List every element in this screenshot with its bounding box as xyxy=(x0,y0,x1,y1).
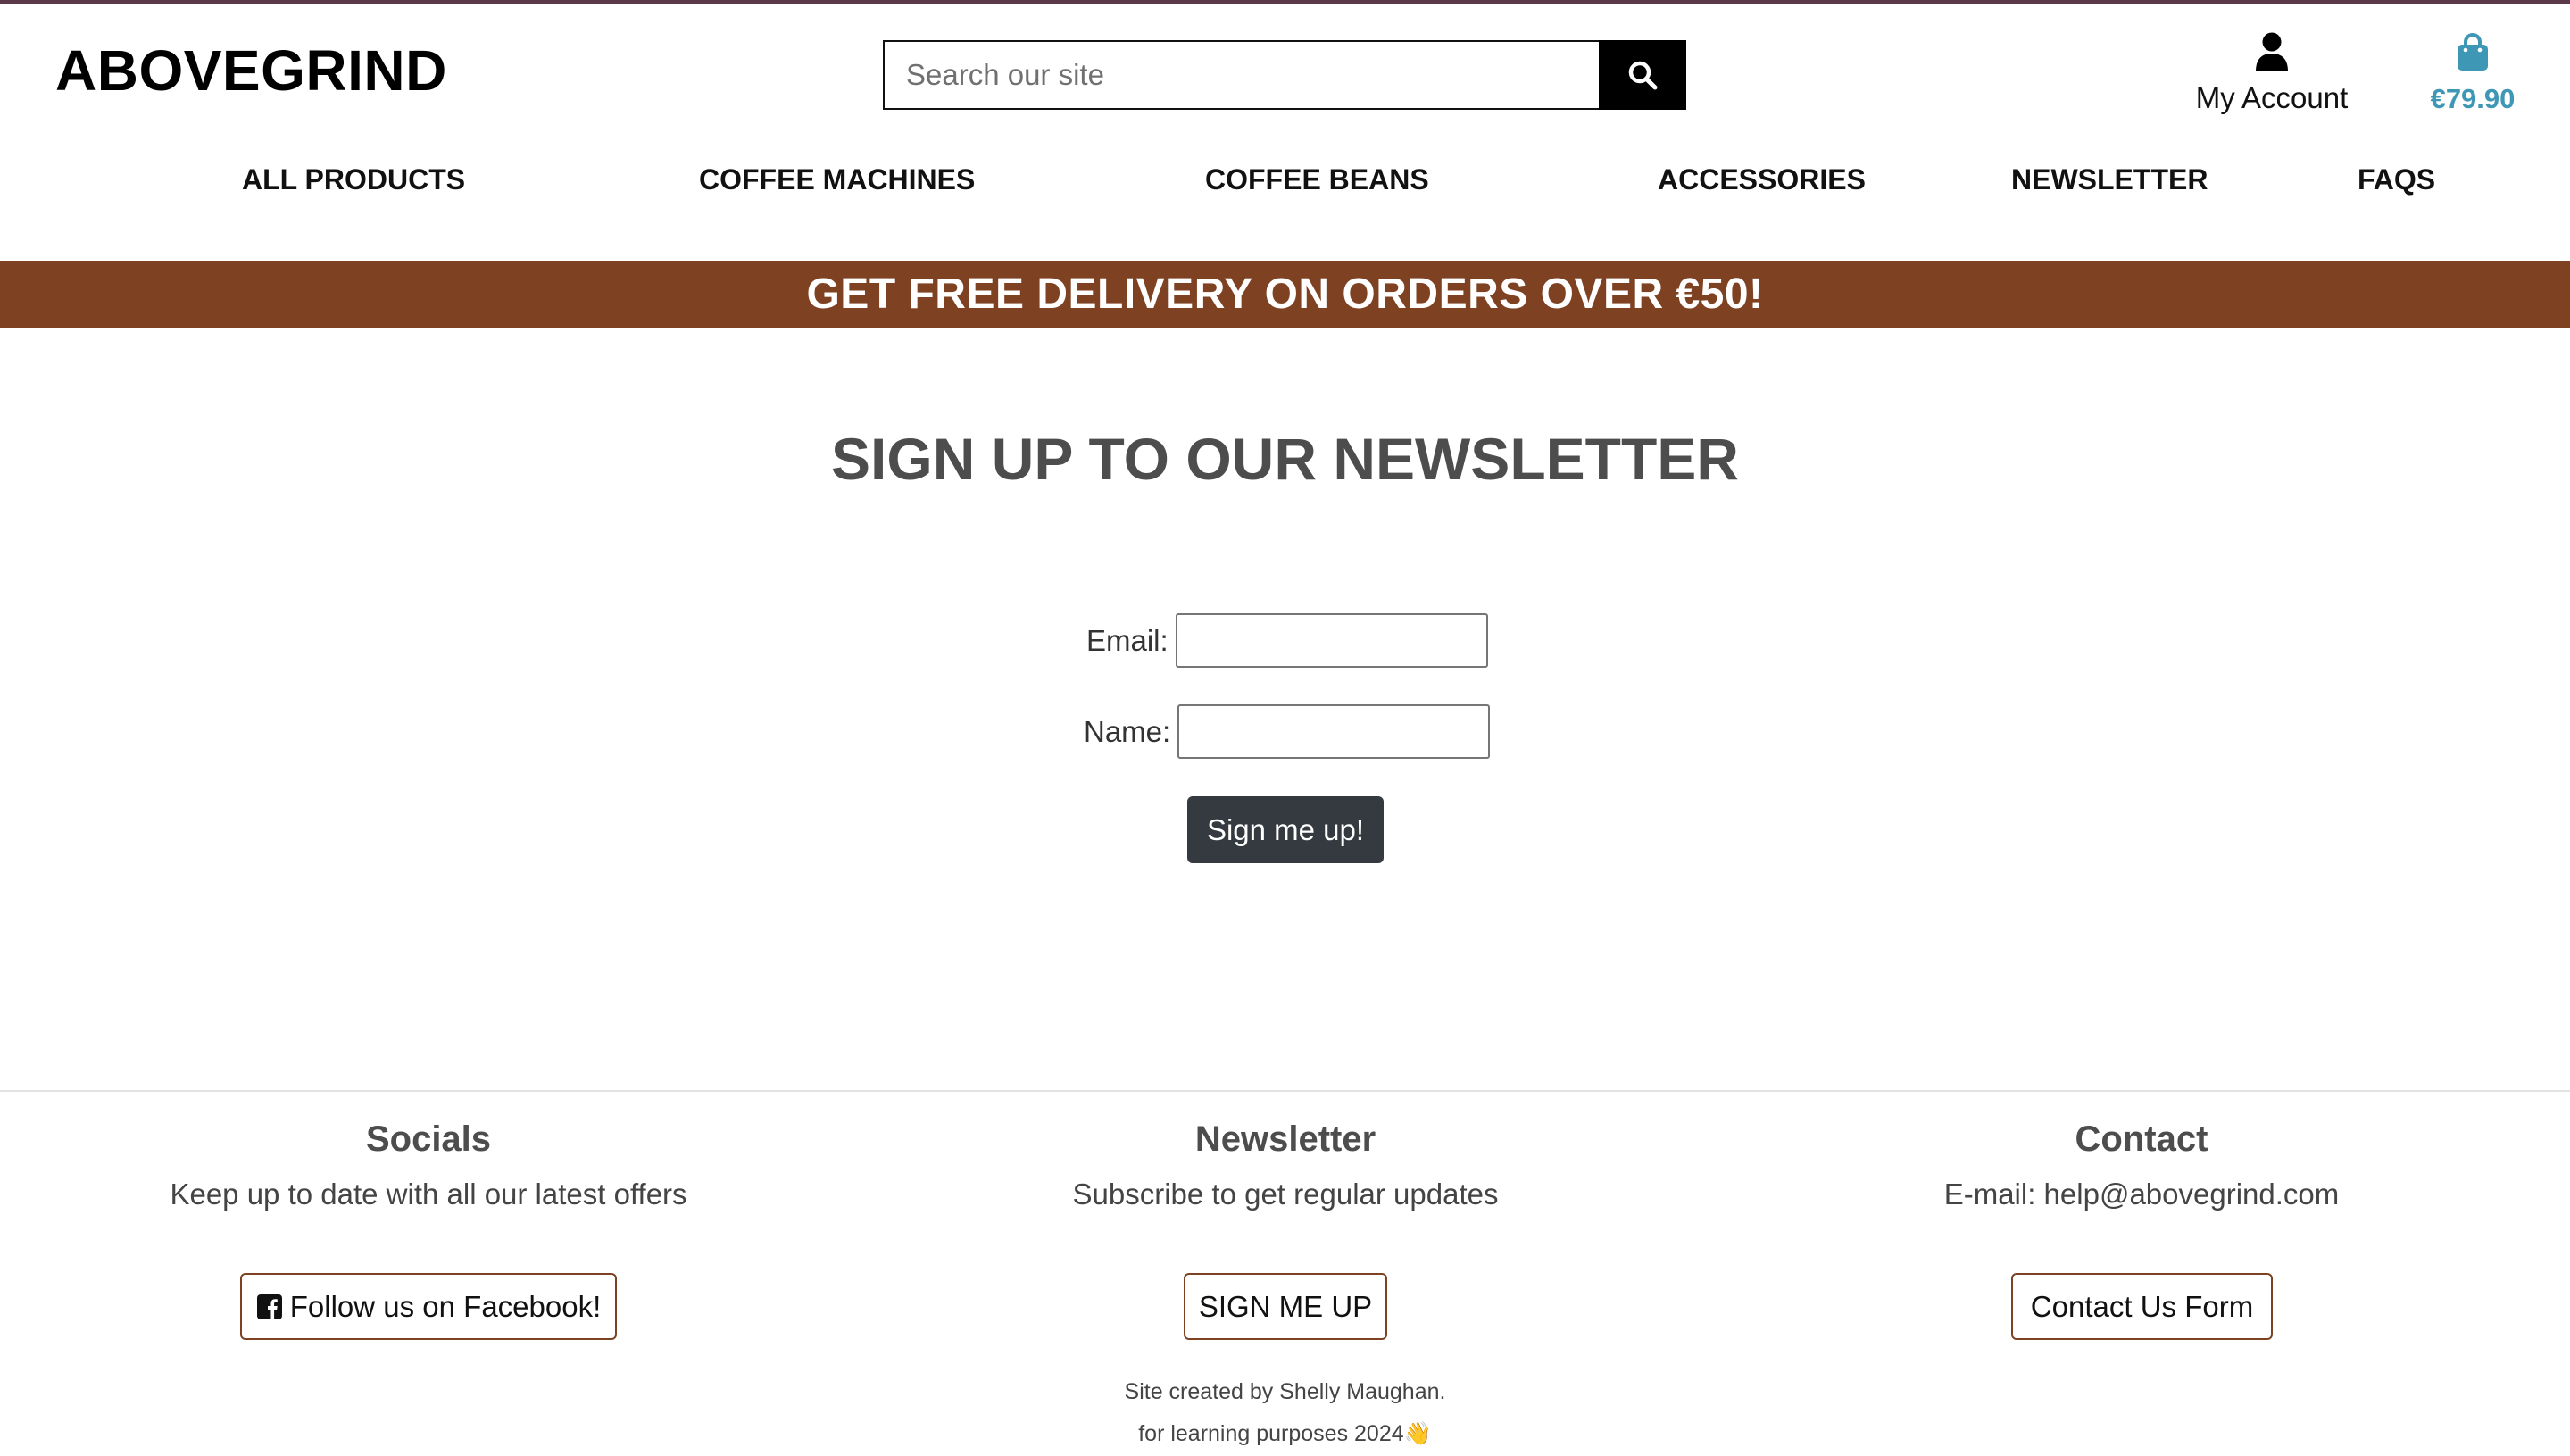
credit-line-2: for learning purposes 2024👋 xyxy=(1138,1421,1432,1446)
nav-coffee-machines[interactable]: COFFEE MACHINES xyxy=(699,163,975,196)
search-button[interactable] xyxy=(1599,40,1686,110)
contact-heading: Contact xyxy=(2075,1119,2208,1159)
delivery-banner: GET FREE DELIVERY ON ORDERS OVER €50! xyxy=(0,261,2570,328)
socials-heading: Socials xyxy=(365,1119,492,1159)
user-icon xyxy=(2256,32,2288,71)
footer-newsletter: Newsletter Subscribe to get regular upda… xyxy=(857,1119,1714,1211)
top-accent-line xyxy=(0,0,2570,4)
nav-accessories[interactable]: ACCESSORIES xyxy=(1658,163,1866,196)
footer-divider xyxy=(0,1090,2570,1092)
contact-text: E-mail: help@abovegrind.com xyxy=(1943,1177,2340,1211)
footer-socials: Socials Keep up to date with all our lat… xyxy=(0,1119,857,1211)
email-row: Email: xyxy=(1086,613,1488,668)
shopping-bag-icon xyxy=(2458,33,2488,71)
name-label: Name: xyxy=(1084,714,1171,748)
newsletter-signup-label: SIGN ME UP xyxy=(1198,1289,1373,1323)
email-label: Email: xyxy=(1086,623,1169,657)
delivery-banner-text: GET FREE DELIVERY ON ORDERS OVER €50! xyxy=(806,270,1764,318)
nav-newsletter[interactable]: NEWSLETTER xyxy=(2011,163,2208,196)
footer-contact: Contact E-mail: help@abovegrind.com xyxy=(1713,1119,2570,1211)
shopping-bag-link[interactable]: €79.90 xyxy=(2410,32,2535,115)
credit-line-1: Site created by Shelly Maughan. xyxy=(1124,1379,1446,1404)
my-account-label: My Account xyxy=(2195,81,2349,114)
newsletter-heading: Newsletter xyxy=(1194,1119,1376,1159)
facebook-button-label: Follow us on Facebook! xyxy=(289,1289,602,1323)
nav-coffee-beans[interactable]: COFFEE BEANS xyxy=(1205,163,1429,196)
search-form xyxy=(883,40,1686,110)
nav-all-products[interactable]: ALL PRODUCTS xyxy=(242,163,465,196)
email-field[interactable] xyxy=(1175,613,1488,668)
socials-text: Keep up to date with all our latest offe… xyxy=(170,1177,687,1211)
contact-form-label: Contact Us Form xyxy=(2030,1289,2254,1323)
page-title: SIGN UP TO OUR NEWSLETTER xyxy=(831,426,1739,492)
contact-form-button[interactable]: Contact Us Form xyxy=(2011,1273,2273,1340)
newsletter-text: Subscribe to get regular updates xyxy=(1072,1177,1499,1211)
site-logo[interactable]: ABOVEGRIND xyxy=(55,37,447,104)
search-icon xyxy=(1628,61,1658,90)
facebook-icon xyxy=(256,1294,282,1319)
facebook-button[interactable]: Follow us on Facebook! xyxy=(240,1273,617,1340)
name-field[interactable] xyxy=(1177,704,1491,759)
newsletter-signup-button[interactable]: SIGN ME UP xyxy=(1184,1273,1387,1340)
sign-me-up-button[interactable]: Sign me up! xyxy=(1187,796,1384,863)
bag-total: €79.90 xyxy=(2430,83,2516,114)
nav-faqs[interactable]: FAQS xyxy=(2358,163,2435,196)
search-input[interactable] xyxy=(883,40,1599,110)
my-account-link[interactable]: My Account xyxy=(2178,32,2366,115)
name-row: Name: xyxy=(1084,704,1491,759)
